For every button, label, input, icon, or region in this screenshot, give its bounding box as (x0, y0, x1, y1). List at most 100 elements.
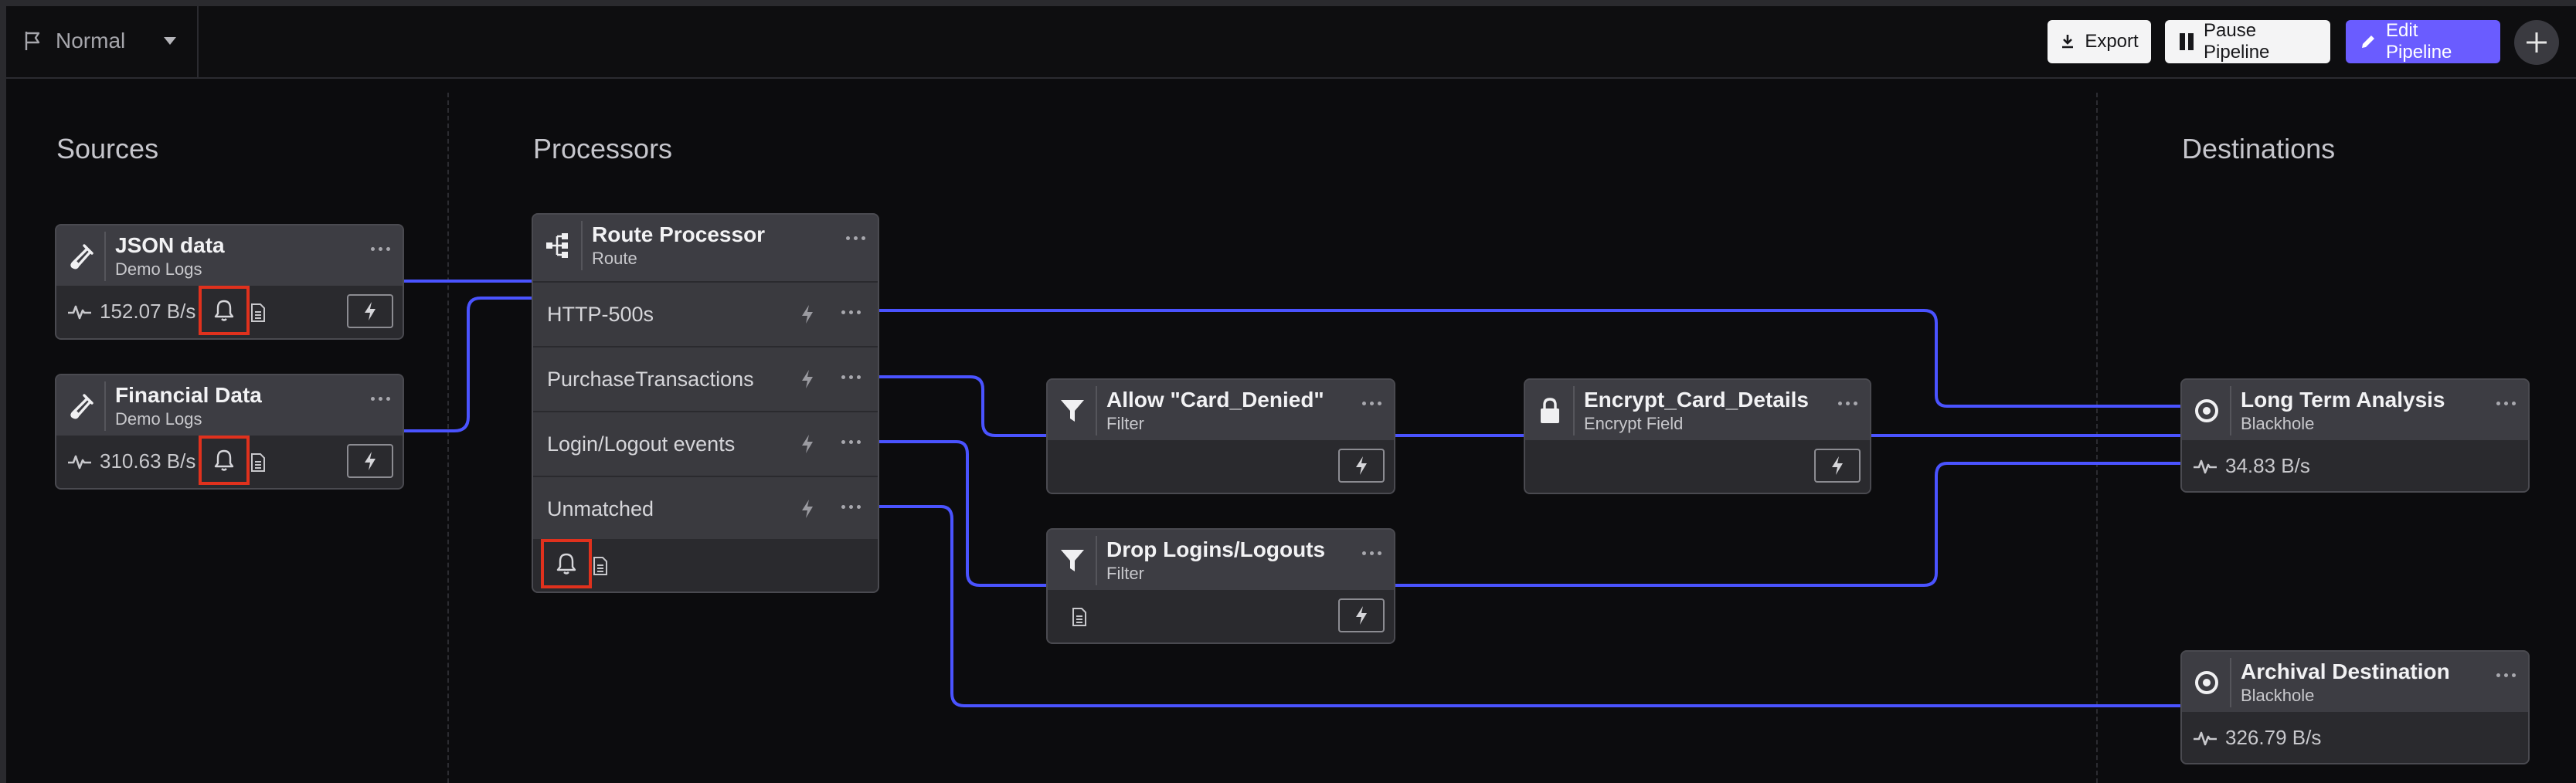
node-name: Financial Data (115, 383, 262, 407)
route-label: PurchaseTransactions (547, 368, 754, 391)
throughput-value: 34.83 B/s (2225, 454, 2310, 477)
more-options-icon[interactable] (841, 375, 861, 379)
tap-button[interactable] (347, 294, 393, 328)
route-row[interactable]: Unmatched (533, 476, 878, 541)
throughput-value: 310.63 B/s (100, 449, 196, 473)
tap-button[interactable] (1338, 449, 1385, 483)
filter-node-drop-logins[interactable]: Drop Logins/Logouts Filter (1046, 528, 1395, 644)
test-tube-icon (64, 385, 98, 428)
node-name: Allow "Card_Denied" (1106, 388, 1324, 412)
route-label: Unmatched (547, 497, 654, 520)
encrypt-node[interactable]: Encrypt_Card_Details Encrypt Field (1524, 378, 1871, 494)
node-body (1525, 440, 1870, 493)
bolt-icon[interactable] (800, 499, 814, 523)
node-type: Blackhole (2241, 414, 2315, 433)
document-icon[interactable] (248, 451, 268, 474)
route-processor-node[interactable]: Route Processor Route HTTP-500s Purchase… (532, 213, 879, 593)
bolt-icon[interactable] (800, 434, 814, 458)
node-body (1048, 590, 1394, 642)
bolt-icon (1832, 456, 1843, 475)
route-icon (541, 224, 575, 267)
edge (878, 440, 1048, 587)
node-body: 326.79 B/s (2182, 712, 2528, 763)
tap-button[interactable] (1338, 598, 1385, 632)
bolt-icon (1356, 606, 1367, 625)
node-body: 310.63 B/s (56, 436, 403, 488)
throughput: 326.79 B/s (2193, 726, 2321, 750)
edge (878, 375, 1048, 437)
tap-button[interactable] (1814, 449, 1861, 483)
destination-node-archival[interactable]: Archival Destination Blackhole 326.79 B/… (2180, 650, 2530, 764)
throughput-value: 326.79 B/s (2225, 726, 2322, 749)
node-separator (1573, 386, 1575, 436)
tap-button[interactable] (347, 444, 393, 478)
route-label: Login/Logout events (547, 432, 736, 456)
route-row[interactable]: HTTP-500s (533, 281, 878, 346)
bolt-icon (1356, 456, 1367, 475)
node-type: Filter (1106, 564, 1144, 583)
node-type: Filter (1106, 414, 1144, 433)
more-options-icon[interactable] (1362, 551, 1381, 555)
pulse-icon (2193, 458, 2217, 475)
bolt-icon[interactable] (800, 369, 814, 393)
node-name: JSON data (115, 233, 225, 257)
pulse-icon (67, 303, 92, 320)
document-icon[interactable] (1069, 605, 1089, 629)
more-options-icon[interactable] (2496, 673, 2516, 677)
node-header (56, 225, 403, 287)
node-separator (1096, 386, 1097, 436)
node-type: Blackhole (2241, 686, 2315, 705)
node-name: Route Processor (592, 222, 766, 246)
more-options-icon[interactable] (841, 310, 861, 314)
more-options-icon[interactable] (841, 505, 861, 509)
node-body (1048, 440, 1394, 493)
bolt-icon[interactable] (800, 304, 814, 328)
node-separator (1096, 536, 1097, 585)
source-node-json-data[interactable]: JSON data Demo Logs 152.07 B/s (55, 224, 404, 340)
destination-node-long-term-analysis[interactable]: Long Term Analysis Blackhole 34.83 B/s (2180, 378, 2530, 493)
node-separator (581, 221, 583, 270)
more-options-icon[interactable] (2496, 402, 2516, 405)
node-type: Route (592, 249, 637, 268)
blackhole-icon (2190, 661, 2224, 704)
more-options-icon[interactable] (371, 397, 390, 401)
document-icon[interactable] (248, 301, 268, 324)
route-row[interactable]: Login/Logout events (533, 411, 878, 476)
more-options-icon[interactable] (1838, 402, 1857, 405)
more-options-icon[interactable] (846, 236, 865, 240)
source-node-financial-data[interactable]: Financial Data Demo Logs 310.63 B/s (55, 374, 404, 490)
bell-icon[interactable] (199, 436, 250, 485)
node-body: 34.83 B/s (2182, 440, 2528, 491)
node-name: Archival Destination (2241, 659, 2450, 683)
pulse-icon (2193, 730, 2217, 747)
bell-icon[interactable] (199, 286, 250, 335)
more-options-icon[interactable] (841, 440, 861, 444)
node-type: Demo Logs (115, 409, 202, 429)
node-body: 152.07 B/s (56, 286, 403, 338)
node-name: Long Term Analysis (2241, 388, 2445, 412)
lock-icon (1533, 389, 1567, 432)
test-tube-icon (64, 235, 98, 278)
throughput-value: 152.07 B/s (100, 300, 196, 323)
filter-icon (1055, 539, 1089, 582)
pulse-icon (67, 453, 92, 470)
node-separator (2230, 386, 2231, 436)
throughput: 310.63 B/s (67, 449, 195, 473)
bolt-icon (365, 302, 376, 320)
document-icon[interactable] (590, 554, 610, 578)
blackhole-icon (2190, 389, 2224, 432)
throughput: 34.83 B/s (2193, 454, 2310, 478)
more-options-icon[interactable] (1362, 402, 1381, 405)
filter-node-allow-card-denied[interactable]: Allow "Card_Denied" Filter (1046, 378, 1395, 494)
more-options-icon[interactable] (371, 247, 390, 251)
node-separator (2230, 658, 2231, 707)
bolt-icon (365, 452, 376, 470)
node-body (533, 539, 878, 591)
route-row[interactable]: PurchaseTransactions (533, 346, 878, 411)
route-label: HTTP-500s (547, 303, 654, 326)
filter-icon (1055, 389, 1089, 432)
throughput: 152.07 B/s (67, 300, 195, 324)
bell-icon[interactable] (541, 539, 592, 588)
node-name: Encrypt_Card_Details (1584, 388, 1810, 412)
node-type: Demo Logs (115, 259, 202, 279)
